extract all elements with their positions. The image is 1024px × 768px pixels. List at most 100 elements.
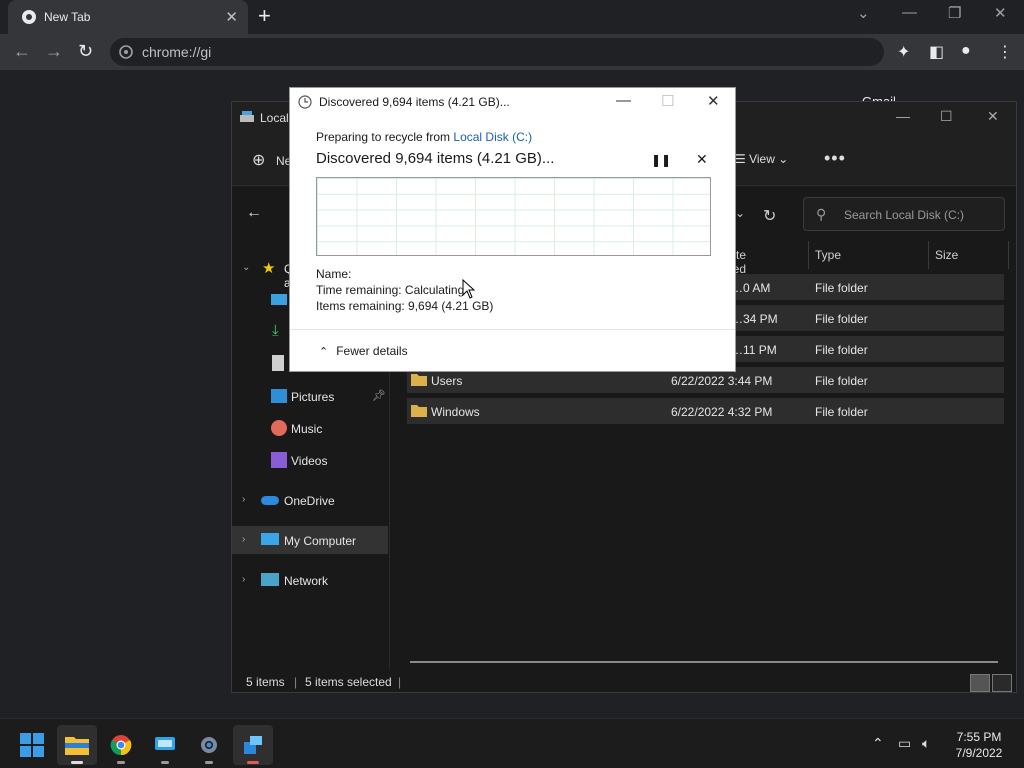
address-dropdown-icon[interactable]: ⌄ (735, 206, 745, 220)
running-indicator (161, 761, 169, 764)
windows-logo-icon (20, 733, 44, 757)
chrome-icon (22, 10, 36, 24)
expanded-chevron-icon[interactable]: ⌄ (242, 262, 250, 273)
chevron-up-icon[interactable]: ⌃ (872, 735, 884, 752)
document-icon (272, 355, 284, 371)
status-divider: | (398, 675, 402, 689)
pin-icon[interactable]: 📌︎ (372, 389, 386, 402)
dialog-title: Discovered 9,694 items (4.21 GB)... (319, 95, 510, 109)
file-date: …11 PM (731, 343, 777, 357)
onedrive-icon (261, 496, 279, 505)
clock-icon (298, 95, 312, 109)
side-panel-icon[interactable]: ◧ (929, 42, 944, 62)
taskbar-remote-app[interactable] (233, 725, 273, 765)
refresh-icon[interactable]: ↻ (763, 206, 776, 226)
music-icon (271, 420, 287, 436)
star-icon: ★ (262, 260, 276, 277)
file-type: File folder (815, 312, 868, 326)
drive-icon (240, 111, 254, 122)
extensions-icon[interactable]: ✦ (897, 42, 910, 62)
nav-item-videos[interactable]: Videos (232, 446, 388, 474)
nav-item-my-computer[interactable]: › My Computer (232, 526, 388, 554)
running-indicator (71, 761, 83, 764)
back-icon[interactable]: ← (13, 41, 31, 62)
taskbar-file-explorer[interactable] (57, 725, 97, 765)
download-icon: ⤓ (272, 322, 279, 339)
remote-desktop-icon (244, 736, 262, 754)
file-date: 6/22/2022 3:44 PM (671, 374, 773, 388)
running-indicator (117, 761, 125, 764)
tab-search-icon[interactable]: ⌄ (857, 4, 870, 22)
search-placeholder: Search Local Disk (C:) (844, 208, 965, 222)
nav-item-network[interactable]: › Network (232, 566, 388, 594)
videos-icon (271, 452, 287, 468)
nav-item-music[interactable]: Music (232, 414, 388, 442)
explorer-minimize-icon[interactable]: — (896, 108, 910, 124)
site-info-icon (119, 45, 133, 59)
running-indicator (247, 761, 259, 764)
gear-icon (201, 737, 217, 753)
reload-icon[interactable]: ↻ (78, 41, 93, 62)
collapsed-chevron-icon[interactable]: › (242, 574, 245, 585)
minimize-icon[interactable]: — (902, 4, 917, 21)
horizontal-scrollbar[interactable] (410, 661, 998, 663)
time-remaining: Time remaining: Calculating (316, 283, 465, 297)
explorer-back-icon[interactable]: ← (246, 204, 262, 222)
taskbar-app-3[interactable] (145, 725, 185, 765)
explorer-close-icon[interactable]: ✕ (987, 108, 999, 125)
cancel-operation-icon[interactable]: ✕ (696, 151, 708, 168)
view-button[interactable]: ☰ View ⌄ (735, 152, 788, 166)
clock-time: 7:55 PM (956, 730, 1002, 744)
tab-new-tab[interactable]: New Tab ✕ (8, 0, 248, 34)
tab-label: New Tab (44, 10, 91, 24)
menu-icon[interactable]: ⋮ (997, 42, 1013, 62)
dialog-close-icon[interactable]: ✕ (707, 92, 720, 110)
taskbar: ⌃ ▭ 🔈︎ 7:55 PM 7/9/2022 (0, 718, 1024, 768)
new-icon[interactable]: ⊕ (252, 150, 265, 170)
file-type: File folder (815, 281, 868, 295)
network-status-icon[interactable]: ▭ (898, 735, 911, 752)
taskbar-settings[interactable] (189, 725, 229, 765)
address-bar[interactable]: chrome://gi (110, 38, 884, 66)
column-type[interactable]: Type (815, 248, 841, 262)
url-text[interactable]: chrome://gi (142, 44, 211, 60)
column-date-modified[interactable]: Date modified (736, 248, 746, 276)
new-tab-button[interactable]: + (258, 5, 271, 27)
nav-item-pictures[interactable]: Pictures 📌︎ (232, 382, 388, 410)
chrome-toolbar: ← → ↻ chrome://gi ✦ ◧ ● ⋮ (0, 34, 1024, 70)
tiles-view-icon[interactable] (992, 674, 1012, 692)
dialog-maximize-icon: ☐ (661, 93, 675, 110)
start-button[interactable] (12, 725, 52, 765)
explorer-maximize-icon[interactable]: ☐ (940, 108, 953, 125)
dialog-minimize-icon[interactable]: — (616, 92, 631, 109)
system-clock[interactable]: 7:55 PM 7/9/2022 (946, 729, 1012, 761)
folder-icon (411, 374, 427, 386)
dialog-separator (290, 329, 735, 330)
collapsed-chevron-icon[interactable]: › (242, 534, 245, 545)
status-divider: | (294, 675, 298, 689)
nav-item-onedrive[interactable]: › OneDrive (232, 486, 388, 514)
tab-close-icon[interactable]: ✕ (225, 8, 238, 26)
volume-icon[interactable]: 🔈︎ (922, 735, 930, 752)
fewer-details-button[interactable]: ⌃ Fewer details (319, 344, 408, 358)
column-size[interactable]: Size (935, 248, 958, 262)
recycle-progress-dialog: Discovered 9,694 items (4.21 GB)... — ☐ … (289, 87, 736, 372)
restore-icon[interactable]: ❐ (948, 4, 961, 22)
search-input[interactable]: ⚲ Search Local Disk (C:) (803, 197, 1005, 231)
profile-icon[interactable]: ● (961, 42, 971, 60)
column-divider[interactable] (928, 241, 929, 269)
details-view-icon[interactable] (970, 674, 990, 692)
file-date: …0 AM (731, 281, 771, 295)
column-divider[interactable] (808, 241, 809, 269)
collapsed-chevron-icon[interactable]: › (242, 494, 245, 505)
pause-button[interactable]: ❚❚ (651, 153, 671, 167)
more-options-icon[interactable]: ••• (824, 148, 846, 169)
source-link[interactable]: Local Disk (C:) (453, 130, 532, 144)
forward-icon[interactable]: → (45, 41, 63, 62)
file-type: File folder (815, 405, 868, 419)
file-row[interactable]: Windows 6/22/2022 4:32 PM File folder (407, 398, 1004, 424)
close-window-icon[interactable]: ✕ (994, 4, 1007, 22)
column-divider[interactable] (1008, 241, 1009, 269)
pictures-icon (271, 389, 287, 403)
taskbar-chrome[interactable] (101, 725, 141, 765)
